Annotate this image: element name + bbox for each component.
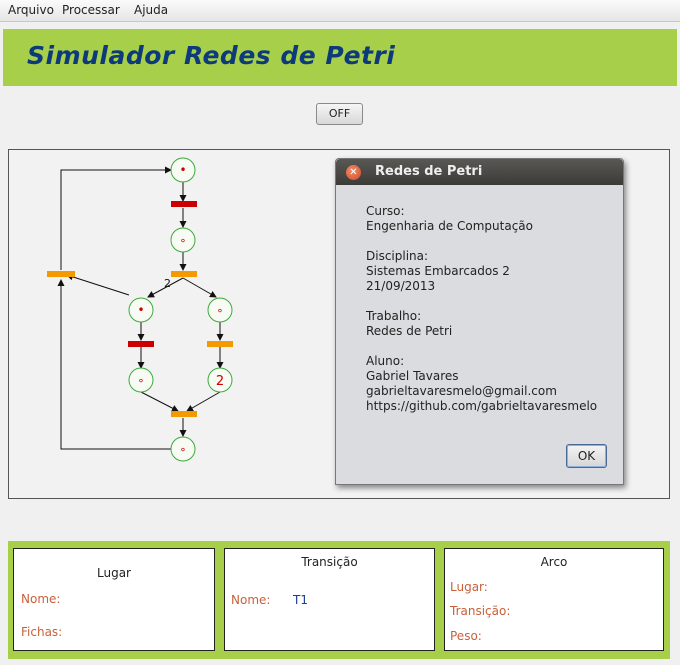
- dialog-line: Engenharia de Computação: [366, 219, 533, 233]
- app-title: Simulador Redes de Petri: [27, 41, 396, 70]
- dialog-line: Trabalho:: [366, 309, 422, 323]
- transicao-panel: Transição Nome: T1: [224, 548, 435, 651]
- dialog-line: [366, 234, 597, 249]
- arco-panel: Arco Lugar: Transição: Peso:: [444, 548, 664, 651]
- dialog-line: Aluno:: [366, 354, 405, 368]
- dialog-content: Curso: Engenharia de Computação Discipli…: [366, 204, 597, 414]
- arc: [66, 273, 130, 296]
- toggle-button[interactable]: OFF: [316, 103, 363, 125]
- dialog-title: Redes de Petri: [375, 164, 483, 179]
- close-icon[interactable]: ✕: [346, 165, 361, 180]
- dialog-line: Curso:: [366, 204, 405, 218]
- lugar-nome-label: Nome:: [21, 592, 61, 606]
- banner: Simulador Redes de Petri: [3, 29, 677, 86]
- dialog-line: Sistemas Embarcados 2: [366, 264, 510, 278]
- ok-button[interactable]: OK: [566, 444, 607, 468]
- dialog-line: Redes de Petri: [366, 324, 453, 338]
- dialog-line: [366, 339, 597, 354]
- transition-bar[interactable]: [171, 201, 197, 207]
- place-token: •: [137, 303, 144, 317]
- transicao-panel-title: Transição: [301, 555, 358, 569]
- place-token: ∘: [180, 443, 187, 456]
- arc-weight-label: 2: [164, 277, 171, 290]
- transicao-nome-label: Nome:: [231, 593, 271, 607]
- transicao-nome-value[interactable]: T1: [293, 593, 308, 607]
- place-token: ∘: [138, 374, 145, 387]
- dialog-line: 21/09/2013: [366, 279, 436, 293]
- lugar-panel: Lugar Nome: Fichas:: [13, 548, 215, 651]
- dialog-titlebar: ✕ Redes de Petri: [336, 159, 623, 185]
- arc: [186, 391, 221, 412]
- arc: [60, 166, 172, 270]
- dialog-line: [366, 294, 597, 309]
- menu-bar: Arquivo Processar Ajuda: [0, 0, 680, 22]
- lugar-panel-title: Lugar: [97, 566, 131, 580]
- arc: [140, 391, 179, 412]
- menu-ajuda[interactable]: Ajuda: [134, 3, 168, 17]
- dialog-line: https://github.com/gabrieltavaresmelo: [366, 399, 598, 413]
- properties-area: Lugar Nome: Fichas: Transição Nome: T1 A…: [8, 541, 670, 659]
- dialog-line: gabrieltavaresmelo@gmail.com: [366, 384, 557, 398]
- transition-bar[interactable]: [171, 271, 197, 277]
- transition-bar[interactable]: [47, 271, 75, 277]
- dialog-line: Disciplina:: [366, 249, 429, 263]
- place-token: ∘: [217, 304, 224, 317]
- lugar-fichas-label: Fichas:: [21, 625, 63, 639]
- place-token: 2: [216, 374, 224, 389]
- arco-lugar-label: Lugar:: [450, 580, 488, 594]
- menu-processar[interactable]: Processar: [62, 3, 120, 17]
- transition-bar[interactable]: [171, 411, 197, 417]
- transition-bar[interactable]: [128, 341, 154, 347]
- place-token: •: [179, 163, 186, 177]
- arco-panel-title: Arco: [540, 555, 568, 569]
- transition-bar[interactable]: [207, 341, 233, 347]
- arco-transicao-label: Transição:: [450, 604, 511, 618]
- menu-arquivo[interactable]: Arquivo: [8, 3, 54, 17]
- arco-peso-label: Peso:: [450, 629, 482, 643]
- arc: [57, 279, 172, 450]
- dialog-line: Gabriel Tavares: [366, 369, 459, 383]
- about-dialog: ✕ Redes de Petri Curso: Engenharia de Co…: [335, 158, 624, 485]
- arc: [182, 277, 217, 298]
- place-token: ∘: [180, 234, 187, 247]
